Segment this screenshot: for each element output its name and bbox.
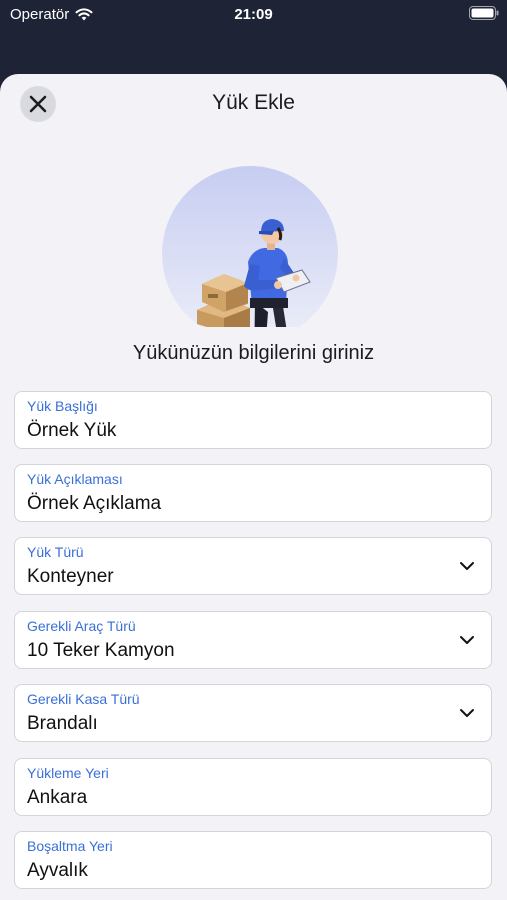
load-type-value[interactable]: Konteyner: [27, 566, 114, 588]
load-description-label: Yük Açıklaması: [27, 471, 123, 487]
page-title: Yük Ekle: [212, 91, 295, 114]
load-title-label: Yük Başlığı: [27, 398, 98, 414]
status-bar: Operatör 21:09: [0, 0, 507, 30]
form-subtitle: Yükünüzün bilgilerini giriniz: [132, 342, 375, 364]
load-title-field[interactable]: Yük Başlığı Örnek Yük: [14, 391, 492, 449]
loading-place-field[interactable]: Yükleme Yeri Ankara: [14, 758, 492, 816]
loading-place-input[interactable]: Ankara: [27, 787, 87, 809]
unloading-place-label: Boşaltma Yeri: [27, 838, 113, 854]
chevron-down-icon[interactable]: [459, 634, 475, 646]
trailer-type-value[interactable]: Brandalı: [27, 713, 98, 735]
load-type-select[interactable]: Yük Türü Konteyner: [14, 537, 492, 595]
chevron-down-icon[interactable]: [459, 707, 475, 719]
trailer-type-select[interactable]: Gerekli Kasa Türü Brandalı: [14, 684, 492, 742]
status-time: 21:09: [234, 6, 273, 23]
loading-place-label: Yükleme Yeri: [27, 765, 109, 781]
load-type-label: Yük Türü: [27, 544, 84, 560]
vehicle-type-label: Gerekli Araç Türü: [27, 618, 136, 634]
unloading-place-field[interactable]: Boşaltma Yeri Ayvalık: [14, 831, 492, 889]
vehicle-type-select[interactable]: Gerekli Araç Türü 10 Teker Kamyon: [14, 611, 492, 669]
battery-icon: [469, 6, 499, 20]
load-title-input[interactable]: Örnek Yük: [27, 420, 116, 442]
trailer-type-label: Gerekli Kasa Türü: [27, 691, 140, 707]
unloading-place-input[interactable]: Ayvalık: [27, 860, 88, 882]
add-load-sheet: Yük Ekle Yükünüzün bilgilerini giriniz Y…: [0, 74, 507, 900]
load-description-input[interactable]: Örnek Açıklama: [27, 493, 161, 515]
load-description-field[interactable]: Yük Açıklaması Örnek Açıklama: [14, 464, 492, 522]
chevron-down-icon[interactable]: [459, 560, 475, 572]
vehicle-type-value[interactable]: 10 Teker Kamyon: [27, 640, 175, 662]
courier-illustration: [162, 166, 338, 327]
